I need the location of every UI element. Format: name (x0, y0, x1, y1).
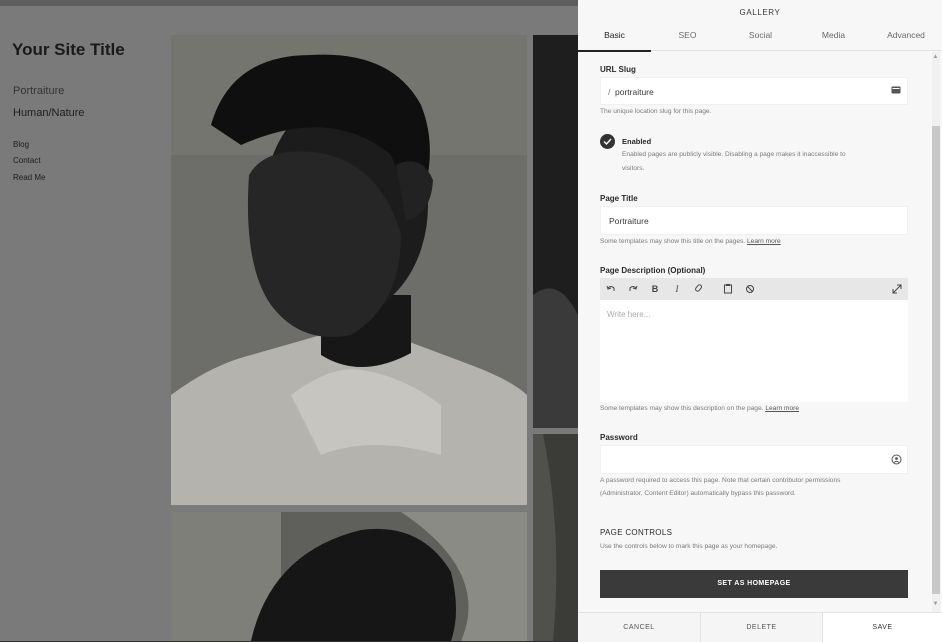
scroll-down-icon[interactable]: ▼ (931, 601, 940, 607)
page-settings-panel: GALLERY Basic SEO Social Media Advanced … (578, 0, 942, 642)
nav-item-human-nature[interactable]: Human/Nature (13, 107, 85, 119)
tab-basic[interactable]: Basic (578, 24, 651, 52)
panel-title: GALLERY (739, 8, 781, 17)
set-as-homepage-button[interactable]: SET AS HOMEPAGE (600, 570, 908, 598)
panel-scrollbar[interactable]: ▲ ▼ (931, 52, 940, 612)
page-title-learn-more-link[interactable]: Learn more (747, 238, 781, 245)
gallery-image-portrait[interactable] (171, 35, 527, 505)
page-title-value[interactable]: Portraiture (609, 216, 649, 226)
password-field[interactable] (600, 445, 908, 474)
panel-footer: CANCEL DELETE SAVE (578, 612, 942, 642)
save-button[interactable]: SAVE (823, 613, 942, 642)
url-slug-label: URL Slug (600, 65, 636, 74)
site-title[interactable]: Your Site Title (12, 40, 125, 60)
url-slug-help: The unique location slug for this page. (600, 108, 712, 115)
scroll-up-icon[interactable]: ▲ (931, 54, 940, 60)
page-description-learn-more-link[interactable]: Learn more (765, 405, 799, 412)
clipboard-icon[interactable] (721, 282, 735, 296)
enabled-help-line2: visitors. (622, 165, 645, 172)
page-description-label: Page Description (Optional) (600, 266, 706, 275)
tab-advanced[interactable]: Advanced (870, 24, 942, 50)
check-icon (603, 138, 612, 146)
rich-text-toolbar: B I (600, 278, 908, 300)
nav-item-blog[interactable]: Blog (13, 140, 29, 149)
password-help-line1: A password required to access this page.… (600, 477, 841, 484)
enabled-checkbox[interactable] (600, 134, 615, 149)
cancel-button[interactable]: CANCEL (578, 613, 700, 642)
scrollbar-thumb[interactable] (932, 126, 940, 594)
enabled-help-line1: Enabled pages are publicly visible. Disa… (622, 151, 846, 158)
clear-format-icon[interactable] (743, 282, 757, 296)
gallery-image-hat[interactable] (171, 512, 527, 641)
page-title-help: Some templates may show this title on th… (600, 235, 781, 249)
undo-icon[interactable] (604, 282, 618, 296)
tab-media[interactable]: Media (797, 24, 870, 50)
tab-seo[interactable]: SEO (651, 24, 724, 50)
link-icon[interactable] (692, 282, 706, 296)
card-icon (891, 85, 901, 97)
nav-item-portraiture[interactable]: Portraiture (13, 85, 64, 97)
italic-icon[interactable]: I (670, 282, 684, 296)
page-description-help-text: Some templates may show this description… (600, 405, 764, 412)
gallery-image-right-bottom[interactable] (533, 434, 578, 641)
bold-icon[interactable]: B (648, 282, 662, 296)
page-description-editor[interactable]: Write here... (600, 300, 908, 402)
page-title-field[interactable]: Portraiture (600, 206, 908, 235)
settings-tabs: Basic SEO Social Media Advanced (578, 24, 942, 52)
enabled-label: Enabled (622, 137, 652, 146)
redo-icon[interactable] (626, 282, 640, 296)
tab-social[interactable]: Social (724, 24, 797, 50)
nav-item-read-me[interactable]: Read Me (13, 173, 45, 182)
password-help-line2: (Administrator, Content Editor) automati… (600, 490, 796, 497)
password-label: Password (600, 433, 638, 442)
gallery-image-right-top[interactable] (533, 35, 578, 428)
url-slug-field[interactable]: / portraiture (600, 77, 908, 105)
page-controls-heading: PAGE CONTROLS (600, 528, 673, 537)
page-title-help-text: Some templates may show this title on th… (600, 238, 746, 245)
delete-button[interactable]: DELETE (701, 613, 822, 642)
page-description-placeholder: Write here... (607, 310, 651, 319)
page-controls-help: Use the controls below to mark this page… (600, 543, 778, 550)
url-slug-prefix: / (608, 87, 611, 97)
page-description-help: Some templates may show this description… (600, 402, 799, 416)
page-title-label: Page Title (600, 194, 638, 203)
nav-item-contact[interactable]: Contact (13, 156, 41, 165)
url-slug-value[interactable]: portraiture (615, 87, 654, 97)
password-visibility-icon[interactable] (891, 454, 902, 467)
expand-icon[interactable] (890, 282, 904, 296)
